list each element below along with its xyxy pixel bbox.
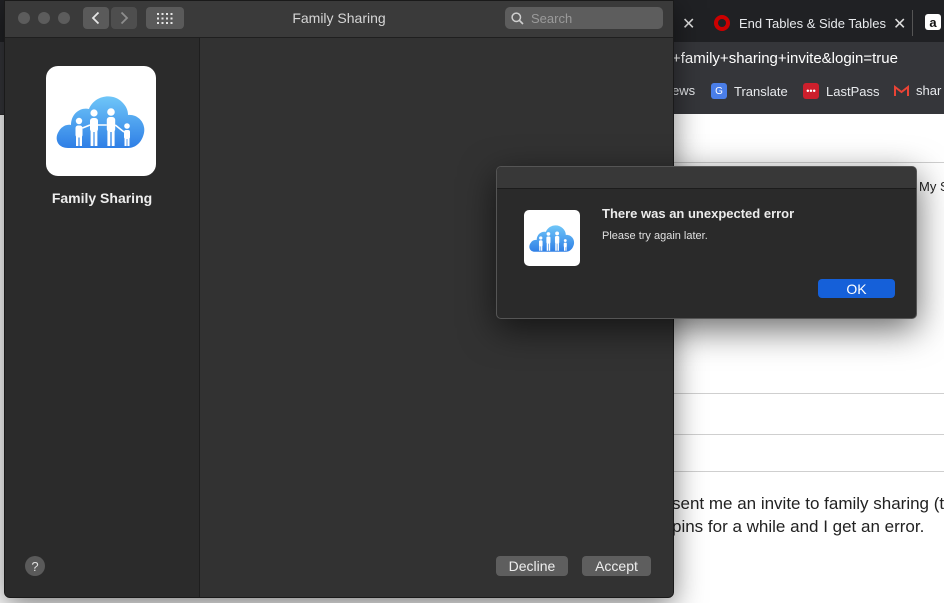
lastpass-icon: ••• <box>803 83 819 99</box>
error-alert-dialog: There was an unexpected error Please try… <box>496 166 917 319</box>
bookmark-translate[interactable]: G Translate <box>711 83 788 99</box>
post-text-line-1: sent me an invite to family sharing (th <box>672 494 944 513</box>
tab-close-icon[interactable]: ✕ <box>682 14 695 34</box>
amazon-icon[interactable]: a <box>925 14 941 30</box>
help-label: ? <box>31 558 39 574</box>
url-text[interactable]: +family+sharing+invite&login=true <box>672 50 898 67</box>
tab-divider <box>912 10 913 36</box>
alert-titlebar <box>497 167 916 189</box>
sidebar: Family Sharing ? <box>5 38 200 597</box>
google-translate-icon: G <box>711 83 727 99</box>
bookmark-label: Translate <box>734 83 788 99</box>
browser-tab[interactable]: End Tables & Side Tables <box>714 8 886 38</box>
help-button[interactable]: ? <box>25 556 45 576</box>
ok-button[interactable]: OK <box>818 279 895 298</box>
decline-button[interactable]: Decline <box>496 556 568 576</box>
search-icon <box>511 11 524 25</box>
bookmark-news[interactable]: ews <box>672 83 695 98</box>
search-field[interactable] <box>505 7 663 29</box>
bookmark-label: ews <box>672 83 696 98</box>
divider <box>672 471 944 472</box>
window-titlebar: Family Sharing <box>5 1 673 38</box>
bookmark-label: LastPass <box>826 83 880 99</box>
alert-app-icon <box>524 210 580 266</box>
tab-close-icon[interactable]: ✕ <box>893 14 906 34</box>
post-text-line-2: pins for a while and I get an error. <box>672 517 925 536</box>
accept-button[interactable]: Accept <box>582 556 651 576</box>
tab-label: End Tables & Side Tables <box>739 15 886 31</box>
divider <box>672 434 944 435</box>
divider <box>672 393 944 394</box>
divider <box>672 162 944 163</box>
family-cloud-icon <box>56 96 145 148</box>
family-cloud-icon <box>529 225 575 252</box>
bookmark-label: shar <box>916 83 942 98</box>
bookmark-lastpass[interactable]: ••• LastPass <box>803 83 879 99</box>
side-label: My S <box>919 179 944 194</box>
gmail-icon <box>894 84 909 97</box>
search-input[interactable] <box>529 9 653 27</box>
alert-message: Please try again later. <box>602 230 708 242</box>
alert-title: There was an unexpected error <box>602 206 795 221</box>
sidebar-title: Family Sharing <box>51 190 153 206</box>
target-icon <box>714 15 730 31</box>
bookmark-gmail[interactable]: shar <box>894 83 941 98</box>
family-sharing-app-icon <box>46 66 156 176</box>
